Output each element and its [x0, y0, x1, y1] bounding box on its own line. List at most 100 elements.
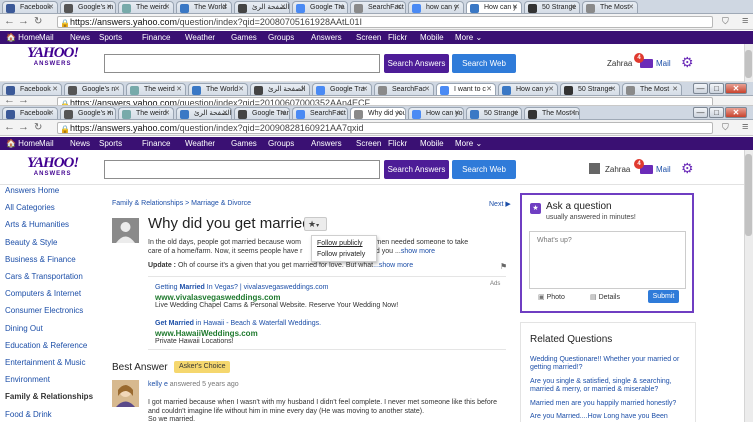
- window-min-button[interactable]: —: [693, 83, 708, 94]
- scrollbar-bottom[interactable]: [744, 150, 753, 422]
- close-tab-icon[interactable]: ✕: [362, 84, 368, 95]
- yahoo-nav-screen[interactable]: Screen: [356, 137, 381, 150]
- sidebar-item[interactable]: Consumer Electronics: [5, 306, 83, 315]
- close-tab-icon[interactable]: ✕: [454, 108, 460, 119]
- close-tab-icon[interactable]: ✕: [570, 108, 576, 119]
- url-field-bottom[interactable]: 🔒 https://answers.yahoo.com/question/inde…: [57, 122, 713, 134]
- submit-button[interactable]: Submit: [648, 290, 679, 303]
- close-tab-icon[interactable]: ✕: [338, 108, 344, 119]
- yahoo-nav-mail[interactable]: Mail: [39, 137, 54, 150]
- yahoo-nav-more[interactable]: More ⌄: [455, 137, 482, 150]
- follow-star-button[interactable]: ★▾: [304, 217, 327, 231]
- yahoo-nav-screen[interactable]: Screen: [356, 31, 381, 44]
- yahoo-nav-sports[interactable]: Sports: [99, 137, 122, 150]
- close-tab-icon[interactable]: ✕: [176, 84, 182, 95]
- close-tab-icon[interactable]: ✕: [396, 108, 402, 119]
- close-tab-icon[interactable]: ✕: [454, 2, 460, 13]
- browser-tab[interactable]: The World ✕: [176, 1, 232, 13]
- close-tab-icon[interactable]: ✕: [548, 84, 554, 95]
- browser-tab[interactable]: SearchFac ✕: [374, 83, 434, 95]
- close-tab-icon[interactable]: ✕: [114, 84, 120, 95]
- yahoo-nav-finance[interactable]: Finance: [142, 31, 170, 44]
- sidebar-item[interactable]: Business & Finance: [5, 255, 76, 264]
- user-name[interactable]: Zahraa: [605, 165, 630, 174]
- browser-tab[interactable]: Why did you ✕: [350, 107, 406, 119]
- sidebar-item[interactable]: Beauty & Style: [5, 238, 57, 247]
- gear-icon[interactable]: ⚙: [681, 161, 694, 175]
- yahoo-nav-groups[interactable]: Groups: [268, 31, 294, 44]
- sidebar-item[interactable]: Education & Reference: [5, 341, 87, 350]
- close-tab-icon[interactable]: ✕: [338, 2, 344, 13]
- next-link[interactable]: Next ▶: [489, 200, 511, 208]
- yahoo-nav-home[interactable]: 🏠 Home: [6, 137, 40, 150]
- reload-icon[interactable]: ↻: [34, 14, 42, 29]
- photo-button[interactable]: ▣ Photo: [538, 293, 565, 301]
- menu-icon[interactable]: ≡: [742, 14, 748, 29]
- close-tab-icon[interactable]: ✕: [280, 108, 286, 119]
- related-question-3[interactable]: Married men are you happily married hone…: [530, 400, 690, 408]
- browser-tab[interactable]: The Most ✕: [582, 1, 638, 13]
- browser-tab[interactable]: How can yo ✕: [408, 107, 464, 119]
- browser-tab[interactable]: SearchFact ✕: [350, 1, 406, 13]
- answerer-name[interactable]: kelly e: [148, 381, 168, 388]
- follow-privately-option[interactable]: Follow privately: [317, 251, 365, 258]
- yahoo-nav-sports[interactable]: Sports: [99, 31, 122, 44]
- sidebar-item[interactable]: Arts & Humanities: [5, 220, 69, 229]
- sidebar-item[interactable]: Family & Relationships: [5, 392, 93, 401]
- back-icon[interactable]: ←: [4, 96, 15, 105]
- browser-tab[interactable]: I want to c ✕: [436, 83, 496, 95]
- yahoo-nav-weather[interactable]: Weather: [185, 137, 215, 150]
- close-tab-icon[interactable]: ✕: [164, 2, 170, 13]
- browser-tab[interactable]: how can y ✕: [408, 1, 464, 13]
- browser-tab[interactable]: The weird ✕: [126, 83, 186, 95]
- window-max-button[interactable]: □: [709, 107, 724, 118]
- yahoo-nav-home[interactable]: 🏠 Home: [6, 31, 40, 44]
- gear-icon[interactable]: ⚙: [681, 55, 694, 69]
- ad-url-1[interactable]: www.vivalasvegasweddings.com: [155, 293, 281, 302]
- browser-tab[interactable]: Facebook ✕: [2, 107, 58, 119]
- close-tab-icon[interactable]: ✕: [222, 108, 228, 119]
- mail-link[interactable]: Mail: [656, 165, 671, 174]
- yahoo-nav-more[interactable]: More ⌄: [455, 31, 482, 44]
- close-tab-icon[interactable]: ✕: [48, 108, 54, 119]
- yahoo-nav-mail[interactable]: Mail: [39, 31, 54, 44]
- window-close-button[interactable]: ✕: [725, 83, 747, 94]
- browser-tab[interactable]: Facebook ✕: [2, 83, 62, 95]
- yahoo-nav-answers[interactable]: Answers: [311, 31, 342, 44]
- yahoo-nav-weather[interactable]: Weather: [185, 31, 215, 44]
- browser-tab[interactable]: SearchFact ✕: [292, 107, 348, 119]
- answerer-avatar[interactable]: [112, 380, 139, 407]
- search-input[interactable]: [104, 160, 380, 179]
- yahoo-answers-logo[interactable]: YAHOO! ANSWERS: [27, 156, 79, 178]
- browser-tab[interactable]: Google Tra ✕: [312, 83, 372, 95]
- window-close-button[interactable]: ✕: [725, 107, 747, 118]
- browser-tab[interactable]: How can y ✕: [466, 1, 522, 13]
- sidebar-item[interactable]: All Categories: [5, 203, 55, 212]
- yahoo-answers-logo[interactable]: YAHOO! ANSWERS: [27, 46, 79, 68]
- search-web-button[interactable]: Search Web: [452, 54, 516, 73]
- browser-tab[interactable]: 50 Strange ✕: [524, 1, 580, 13]
- url-field-top[interactable]: 🔒 https://answers.yahoo.com/question/inde…: [57, 16, 713, 28]
- browser-tab[interactable]: الصفحة الرئ ✕: [234, 1, 290, 13]
- flag-icon[interactable]: ⚑: [500, 262, 507, 271]
- close-tab-icon[interactable]: ✕: [106, 2, 112, 13]
- back-icon[interactable]: ←: [4, 120, 15, 135]
- ad-title-1[interactable]: Getting Married In Vegas? | vivalasvegas…: [155, 284, 328, 291]
- yahoo-nav-answers[interactable]: Answers: [311, 137, 342, 150]
- browser-tab[interactable]: Google's m ✕: [60, 107, 116, 119]
- scrollbar-thumb[interactable]: [745, 154, 752, 236]
- breadcrumb[interactable]: Family & Relationships > Marriage & Divo…: [112, 200, 251, 207]
- browser-tab[interactable]: How can y ✕: [498, 83, 558, 95]
- close-tab-icon[interactable]: ✕: [672, 84, 678, 95]
- shield-icon[interactable]: ⛉: [722, 120, 729, 135]
- yahoo-nav-games[interactable]: Games: [231, 31, 257, 44]
- close-tab-icon[interactable]: ✕: [52, 84, 58, 95]
- forward-icon[interactable]: →: [18, 96, 29, 105]
- scrollbar-thumb[interactable]: [745, 50, 752, 78]
- close-tab-icon[interactable]: ✕: [512, 2, 518, 13]
- sidebar-item[interactable]: Dining Out: [5, 324, 43, 333]
- browser-tab[interactable]: Google's n ✕: [64, 83, 124, 95]
- related-question-4[interactable]: Are you Married....How Long have you Bee…: [530, 413, 690, 421]
- yahoo-nav-flickr[interactable]: Flickr: [388, 31, 407, 44]
- browser-tab[interactable]: الصفحة الرئ ✕: [250, 83, 310, 95]
